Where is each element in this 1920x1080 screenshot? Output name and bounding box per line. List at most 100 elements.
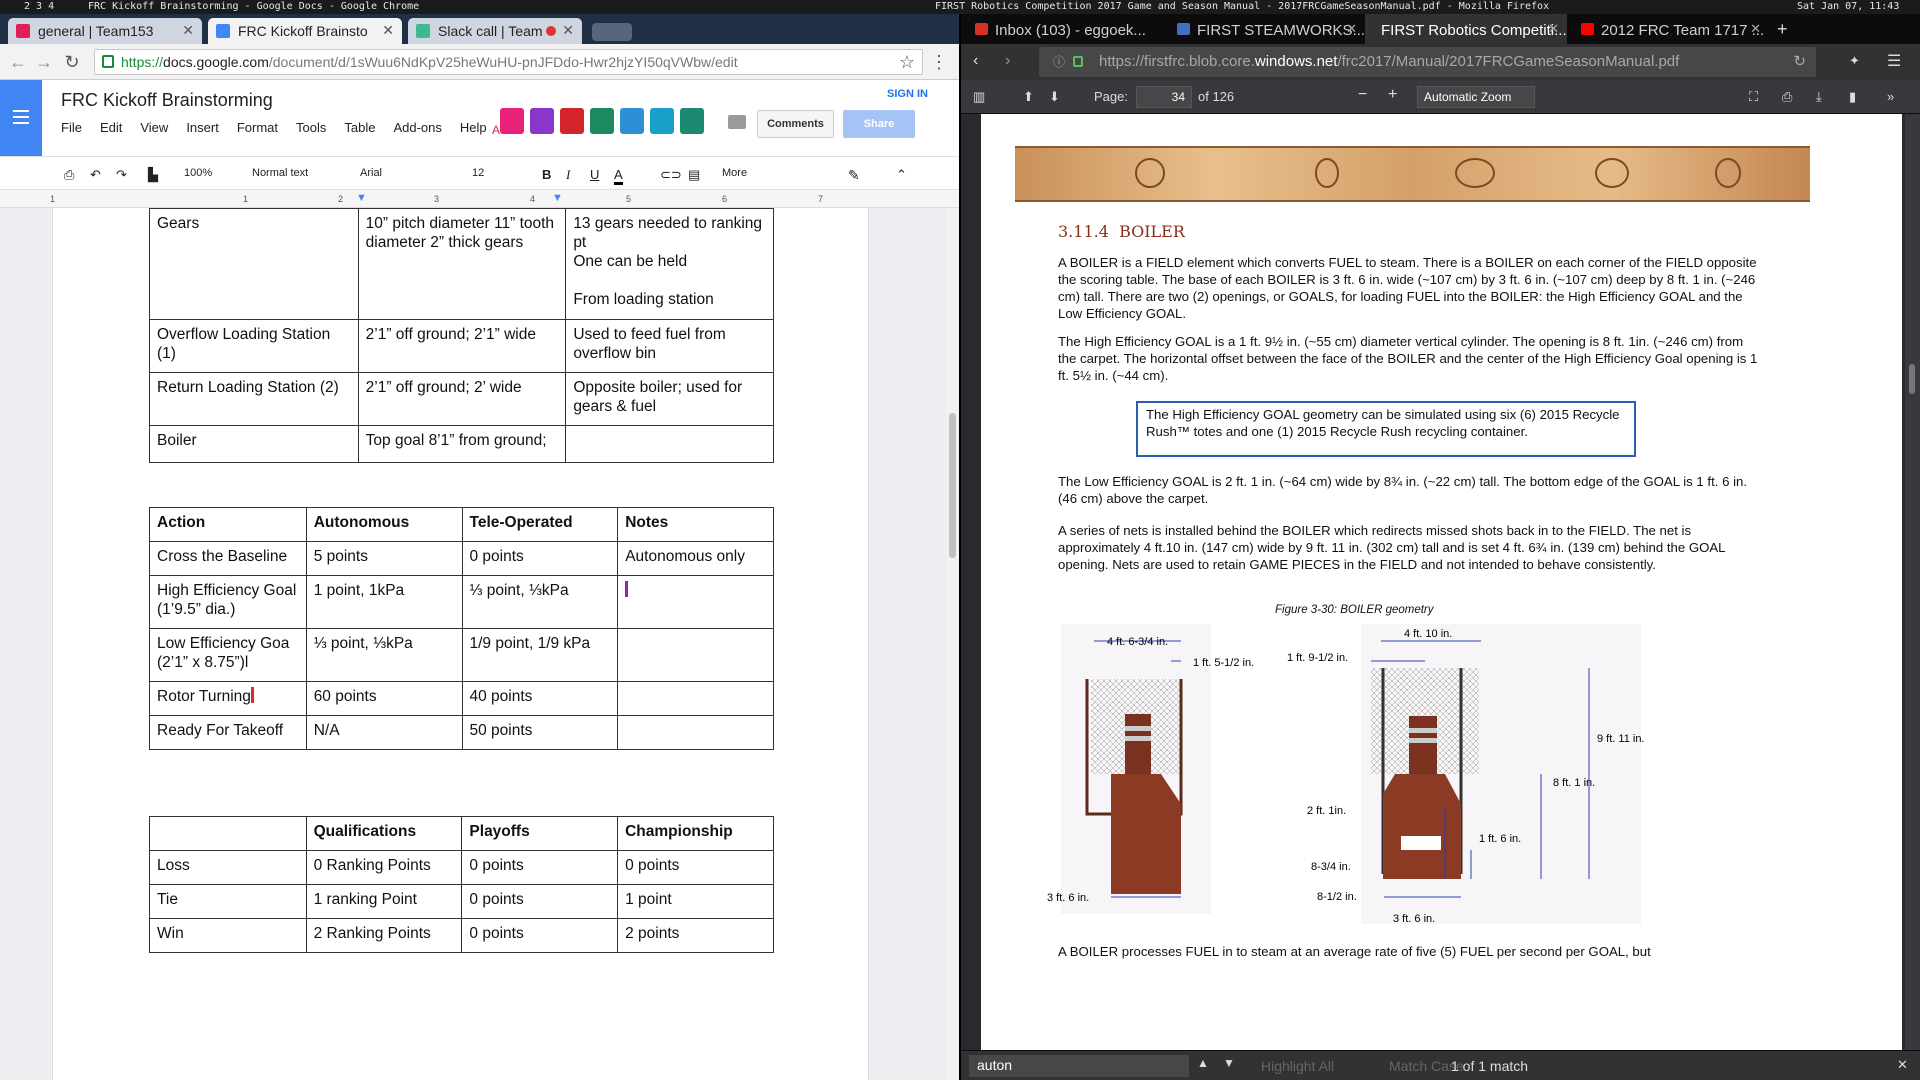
table-header-cell[interactable]: Qualifications <box>305 816 463 851</box>
table-header-cell[interactable]: Action <box>149 507 307 542</box>
table-header-cell[interactable]: Autonomous <box>305 507 463 542</box>
previous-page-icon[interactable]: ⬆ <box>1023 89 1034 105</box>
table-cell[interactable]: Opposite boiler; used for gears & fuel <box>565 372 774 426</box>
chrome-tab-docs[interactable]: FRC Kickoff Brainsto ✕ <box>208 18 402 44</box>
table-cell[interactable]: N/A <box>305 715 463 750</box>
zoom-select[interactable]: Automatic Zoom <box>1417 86 1535 108</box>
firefox-tab-inbox[interactable]: Inbox (103) - eggoek... <box>961 14 1163 44</box>
table-cell[interactable]: 0 points <box>461 918 619 953</box>
close-icon[interactable]: ✕ <box>1548 21 1559 37</box>
share-button[interactable]: Share <box>843 110 915 138</box>
table-cell[interactable]: 50 points <box>461 715 619 750</box>
chrome-menu-icon[interactable]: ⋮ <box>929 52 949 73</box>
tools-icon[interactable]: » <box>1887 89 1894 104</box>
table-cell[interactable]: Used to feed fuel from overflow bin <box>565 319 774 373</box>
firefox-tab-youtube[interactable]: 2012 FRC Team 1717 ... ✕ <box>1567 14 1769 44</box>
bold-icon[interactable]: B <box>542 167 551 182</box>
table-cell[interactable]: Top goal 8’1” from ground; <box>357 425 567 463</box>
document-page[interactable]: Gears 10” pitch diameter 11” tooth diame… <box>52 208 869 1080</box>
find-input[interactable]: auton <box>969 1055 1189 1077</box>
download-icon[interactable]: ⤓ <box>1816 89 1822 105</box>
extension-icon[interactable]: ✦ <box>1849 53 1860 69</box>
table-header-cell[interactable]: Championship <box>617 816 774 851</box>
paint-format-icon[interactable]: ▙ <box>148 167 158 183</box>
table-cell[interactable] <box>617 715 774 750</box>
addon-icon[interactable] <box>500 108 524 134</box>
table-cell[interactable] <box>617 575 774 629</box>
table-cell[interactable]: Low Efficiency Goa (2’1” x 8.75”)l <box>149 628 307 682</box>
close-icon[interactable]: ✕ <box>562 22 574 39</box>
table-cell[interactable]: Return Loading Station (2) <box>149 372 359 426</box>
table-cell[interactable]: 1 point, 1kPa <box>305 575 463 629</box>
back-icon[interactable]: ‹ <box>973 52 978 70</box>
menu-help[interactable]: Help <box>460 120 487 135</box>
addon-icon[interactable] <box>650 108 674 134</box>
pdf-page[interactable]: 3.11.4 BOILER A BOILER is a FIELD elemen… <box>981 114 1902 1050</box>
scrollbar-thumb[interactable] <box>1909 364 1915 394</box>
firefox-tab-steamworks[interactable]: FIRST STEAMWORKS... ✕ <box>1163 14 1365 44</box>
comment-icon[interactable]: ▤ <box>688 167 700 183</box>
table-cell[interactable]: 10” pitch diameter 11” tooth diameter 2”… <box>357 208 567 320</box>
highlight-all-toggle[interactable]: Highlight All <box>1261 1058 1334 1074</box>
docs-scrollbar[interactable] <box>946 208 959 1080</box>
indent-marker-icon[interactable]: ▼ <box>552 192 563 204</box>
chat-icon[interactable] <box>728 115 746 129</box>
table-cell[interactable] <box>617 628 774 682</box>
reload-icon[interactable]: ↻ <box>62 52 82 73</box>
docs-home-icon[interactable] <box>0 80 42 156</box>
menu-addons[interactable]: Add-ons <box>393 120 441 135</box>
new-tab-icon[interactable]: + <box>1777 19 1788 40</box>
table-cell[interactable]: 1 ranking Point <box>305 884 463 919</box>
table-cell[interactable]: Overflow Loading Station (1) <box>149 319 359 373</box>
table-cell[interactable]: 40 points <box>461 681 619 716</box>
firefox-tab-manual[interactable]: FIRST Robotics Competiti... ✕ <box>1365 14 1567 44</box>
chrome-tab-slack[interactable]: general | Team153 ✕ <box>8 18 202 44</box>
editing-mode-icon[interactable]: ✎ <box>848 167 860 184</box>
table-cell[interactable]: Gears <box>149 208 359 320</box>
scrollbar-thumb[interactable] <box>949 413 956 558</box>
table-cell[interactable]: 0 points <box>461 850 619 885</box>
back-icon[interactable]: ← <box>8 52 28 73</box>
zoom-out-icon[interactable]: − <box>1358 86 1367 104</box>
table-cell[interactable]: 0 points <box>461 541 619 576</box>
forward-icon[interactable]: → <box>34 52 54 73</box>
table-cell[interactable]: High Efficiency Goal (1’9.5” dia.) <box>149 575 307 629</box>
table-header-cell[interactable] <box>149 816 307 851</box>
address-bar[interactable]: https://docs.google.com/document/d/1sWuu… <box>94 49 923 75</box>
close-icon[interactable]: ✕ <box>382 22 394 39</box>
workspace-switcher[interactable]: 2 3 4 <box>24 0 54 14</box>
menu-view[interactable]: View <box>140 120 168 135</box>
menu-format[interactable]: Format <box>237 120 278 135</box>
font-size-select[interactable]: 12 <box>472 167 484 179</box>
menu-table[interactable]: Table <box>344 120 375 135</box>
sign-in-link[interactable]: SIGN IN <box>887 88 928 100</box>
table-header-cell[interactable]: Playoffs <box>461 816 619 851</box>
find-previous-icon[interactable]: ▲ <box>1197 1056 1209 1070</box>
table-cell[interactable] <box>565 425 774 463</box>
close-find-icon[interactable]: ✕ <box>1897 1057 1908 1073</box>
menu-file[interactable]: File <box>61 120 82 135</box>
addon-icon[interactable] <box>560 108 584 134</box>
table-cell[interactable]: 5 points <box>305 541 463 576</box>
table-header-cell[interactable]: Notes <box>617 507 774 542</box>
pdf-scrollbar[interactable] <box>1905 114 1920 1050</box>
menu-tools[interactable]: Tools <box>296 120 326 135</box>
table-header-cell[interactable]: Tele-Operated <box>461 507 619 542</box>
hamburger-menu-icon[interactable]: ☰ <box>1887 51 1901 71</box>
table-cell[interactable]: 0 Ranking Points <box>305 850 463 885</box>
chrome-tab-slack-call[interactable]: Slack call | Team ✕ <box>408 18 582 44</box>
comments-button[interactable]: Comments <box>757 110 834 138</box>
collapse-icon[interactable]: ⌃ <box>896 167 907 183</box>
close-icon[interactable]: ✕ <box>1346 21 1357 37</box>
font-select[interactable]: Arial <box>360 167 382 179</box>
redo-icon[interactable]: ↷ <box>116 167 127 183</box>
print-icon[interactable]: ⎙ <box>1782 89 1792 105</box>
bookmark-star-icon[interactable]: ☆ <box>897 52 917 73</box>
table-cell[interactable]: Autonomous only <box>617 541 774 576</box>
style-select[interactable]: Normal text <box>252 167 308 179</box>
table-cell[interactable]: Boiler <box>149 425 359 463</box>
table-cell[interactable]: 2’1” off ground; 2’1” wide <box>357 319 567 373</box>
table-cell[interactable]: ⅓ point, ⅓kPa <box>461 575 619 629</box>
document-title[interactable]: FRC Kickoff Brainstorming <box>61 90 273 111</box>
table-cell[interactable]: Loss <box>149 850 307 885</box>
